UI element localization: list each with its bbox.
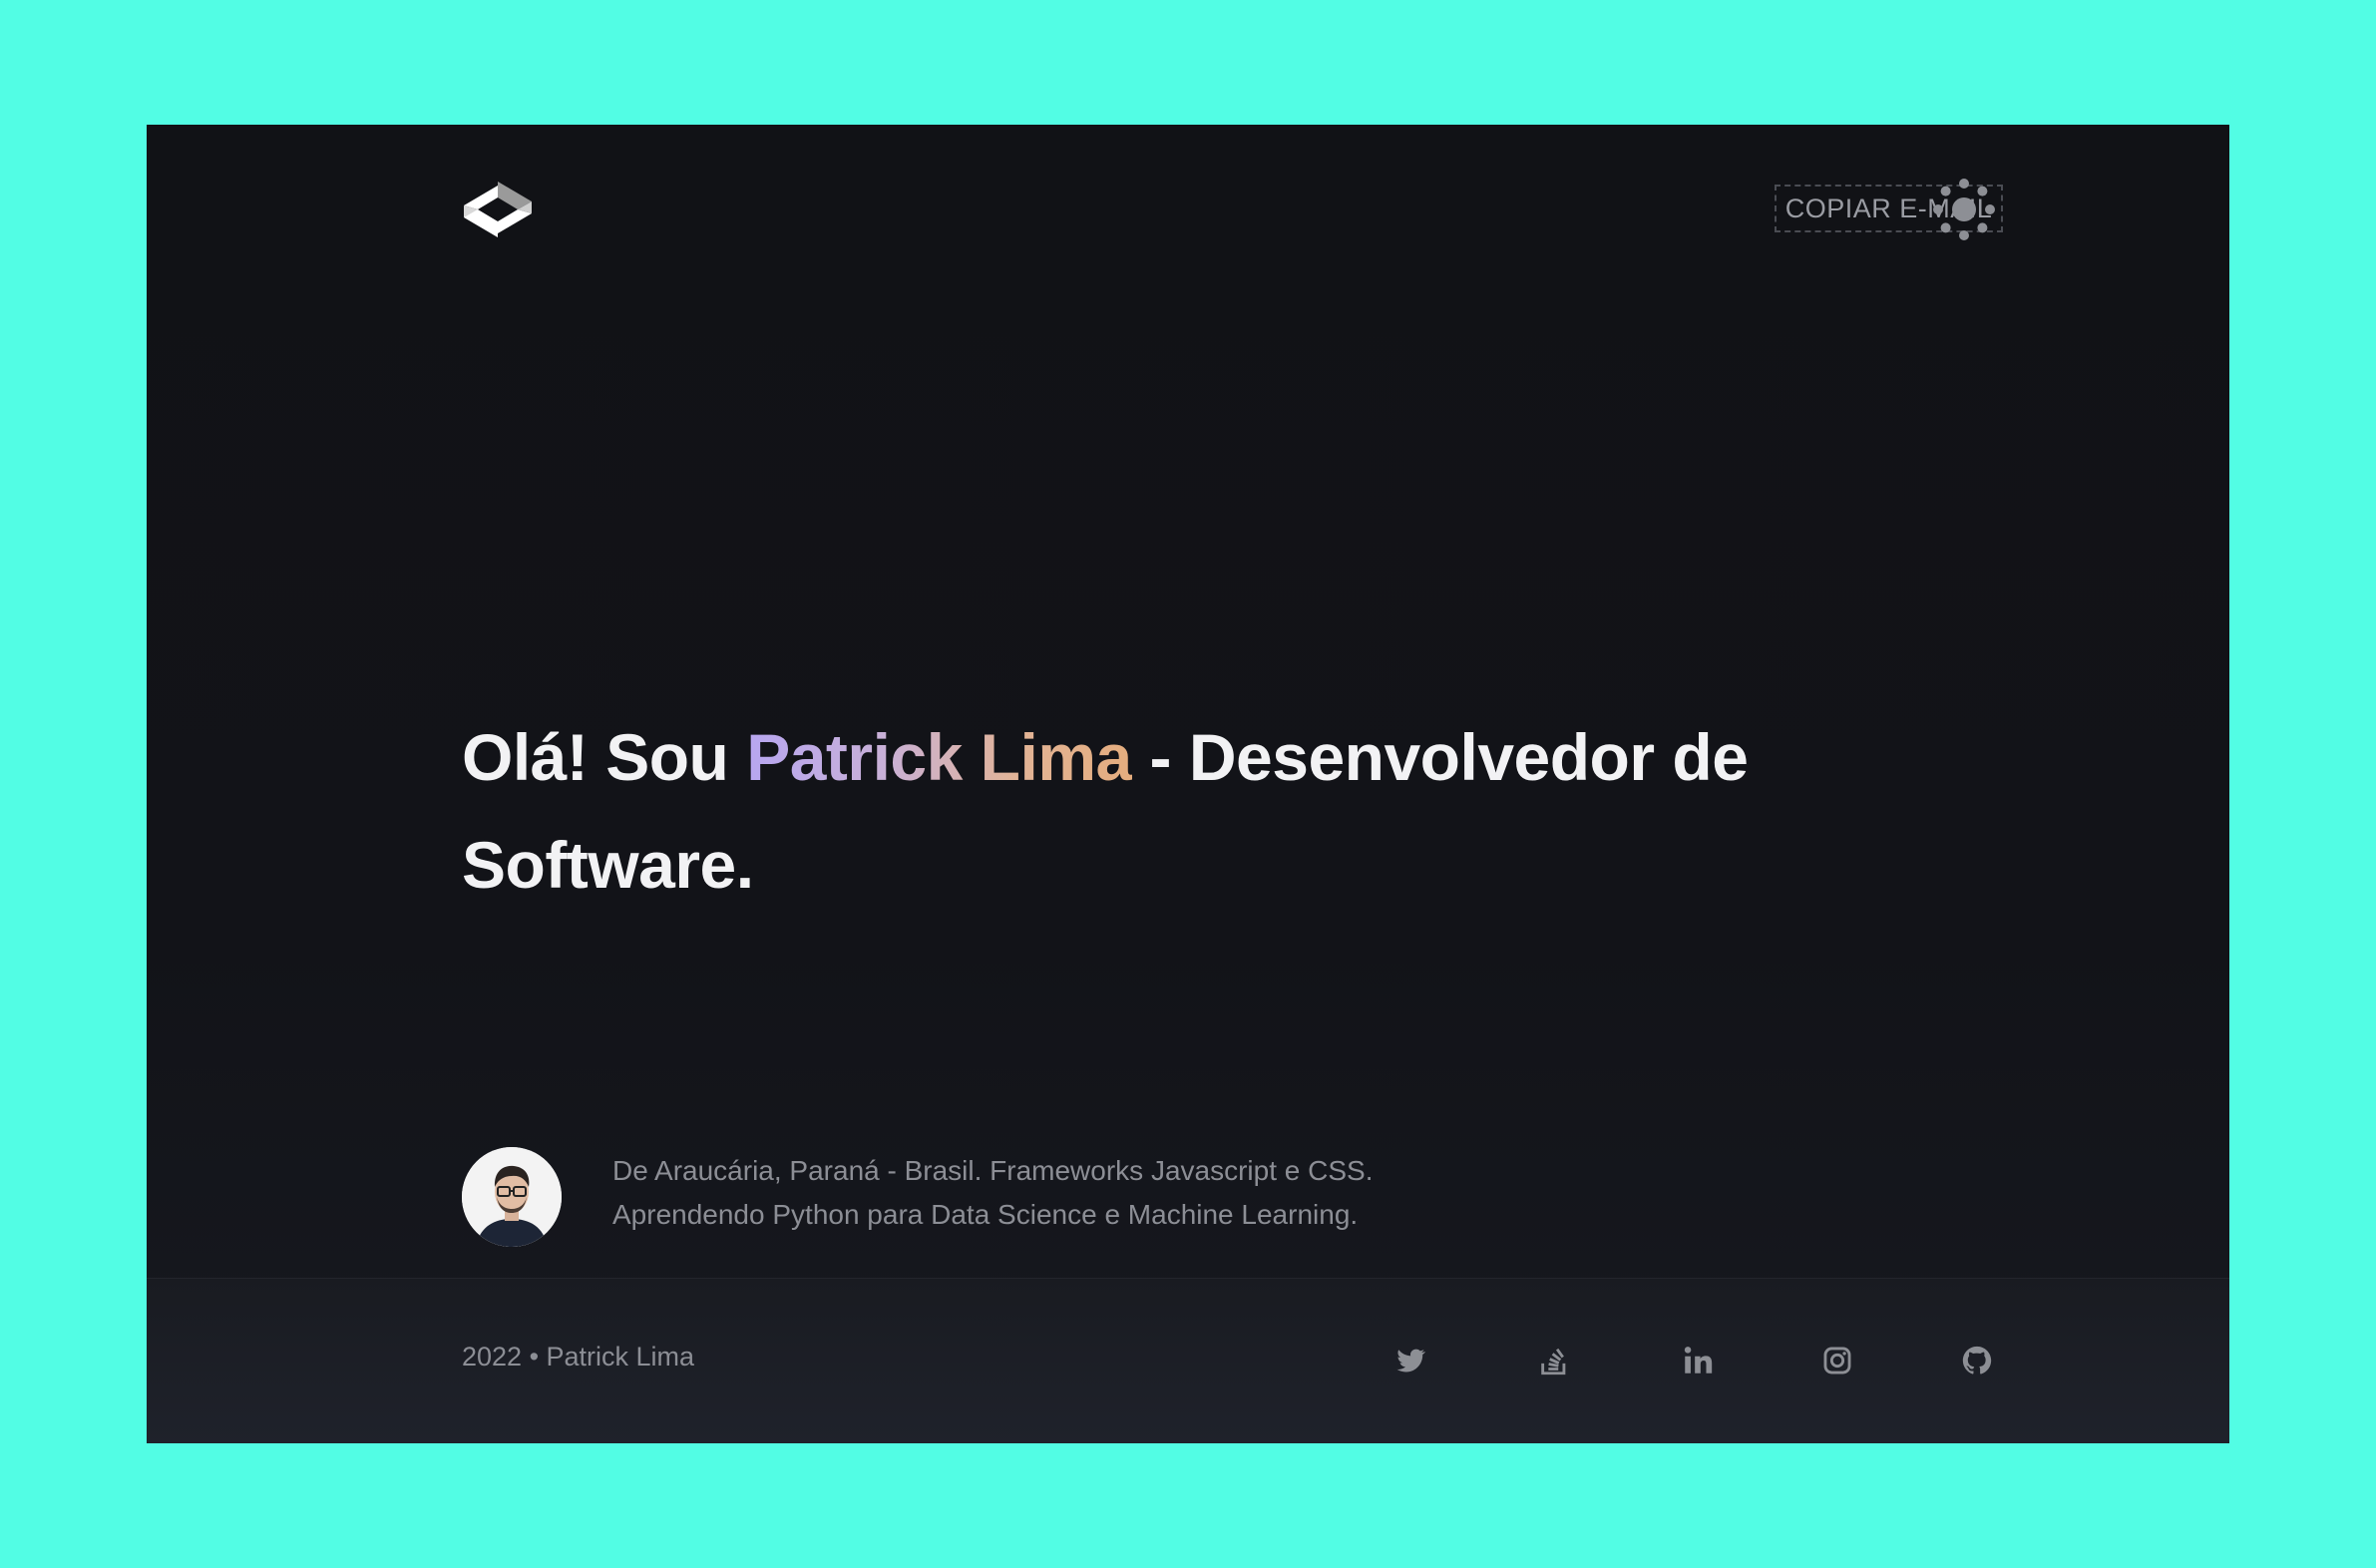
instagram-icon (1823, 1347, 1851, 1374)
main-content: COPIAR E-MAIL Olá! Sou Patrick Lima - De… (462, 125, 2003, 1443)
sun-icon (1933, 179, 1995, 240)
bio-line-1: De Araucária, Paraná - Brasil. Framework… (612, 1155, 1374, 1186)
site-window: COPIAR E-MAIL Olá! Sou Patrick Lima - De… (147, 125, 2229, 1443)
hero-name: Patrick Lima (746, 720, 1132, 794)
copyright-text: 2022 • Patrick Lima (462, 1342, 695, 1372)
bio-text: De Araucária, Paraná - Brasil. Framework… (612, 1149, 1510, 1237)
bio-line-2: Aprendendo Python para Data Science e Ma… (612, 1199, 1359, 1230)
twitter-icon (1396, 1349, 1426, 1372)
footer-inner: 2022 • Patrick Lima (462, 1279, 2000, 1443)
github-icon (1962, 1346, 1992, 1374)
linkedin-link[interactable] (1681, 1344, 1715, 1377)
hero-greeting: Olá! Sou (462, 720, 747, 794)
footer: 2022 • Patrick Lima (147, 1278, 2229, 1443)
stackoverflow-link[interactable] (1537, 1344, 1571, 1377)
linkedin-icon (1684, 1347, 1713, 1373)
hero-headline: Olá! Sou Patrick Lima - Desenvolvedor de… (462, 703, 1858, 919)
logo-icon[interactable] (462, 180, 534, 239)
theme-toggle-button[interactable] (1929, 175, 1999, 244)
twitter-link[interactable] (1393, 1344, 1427, 1377)
instagram-link[interactable] (1820, 1344, 1854, 1377)
github-link[interactable] (1960, 1344, 1994, 1377)
avatar (462, 1147, 562, 1247)
stackoverflow-icon (1541, 1348, 1566, 1375)
